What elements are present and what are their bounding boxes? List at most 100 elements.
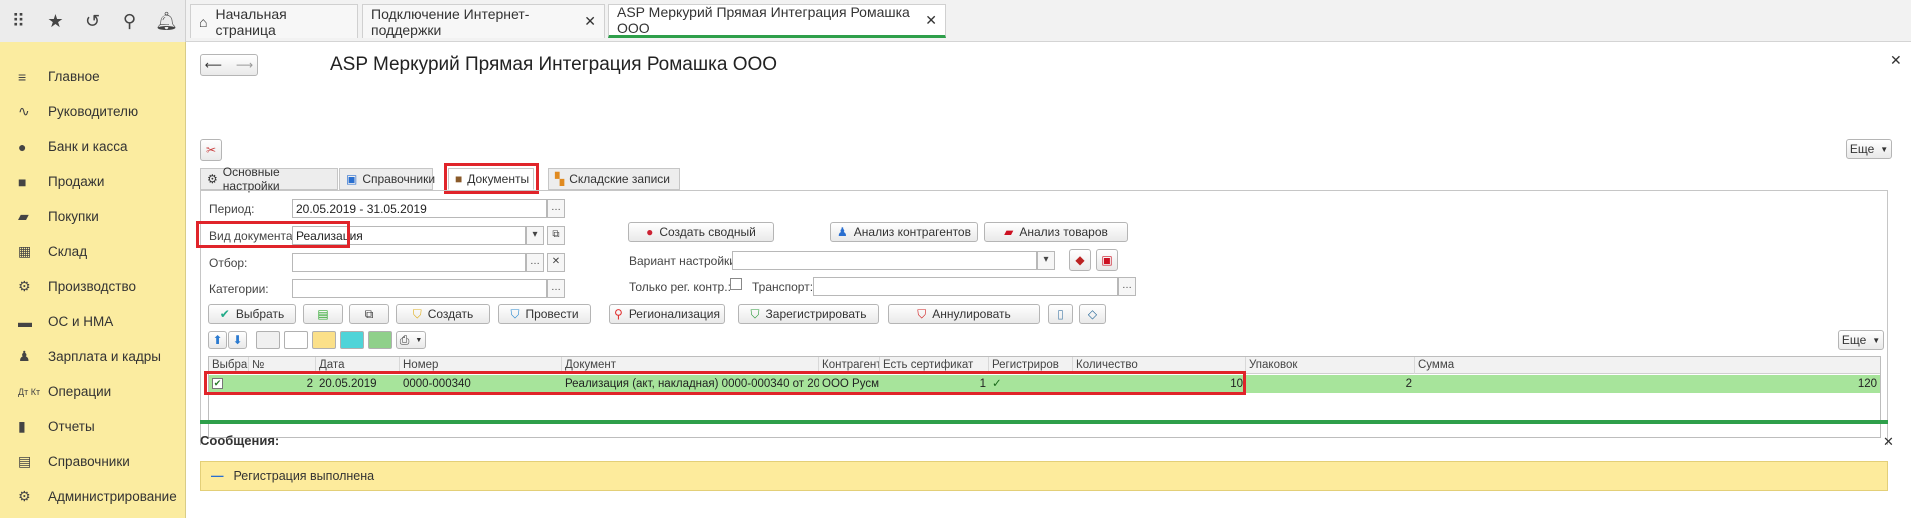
print-button[interactable]: ⎙ ▼ (396, 331, 426, 349)
copy-money-button[interactable]: ▤ (303, 304, 343, 324)
messages-title: Сообщения: (200, 433, 280, 448)
truck-icon: ▬ (18, 313, 32, 330)
tab-main-settings[interactable]: ⚙ Основные настройки (200, 165, 338, 193)
tab-warehouse-records[interactable]: ▚ Складские записи (548, 168, 680, 190)
copy-button[interactable]: ⧉ (349, 304, 389, 324)
cancel-button[interactable]: ⛉ Аннулировать (888, 304, 1040, 324)
variant-save-button[interactable]: ▣ (1096, 249, 1118, 271)
bell-icon[interactable]: 🔔︎ (148, 11, 185, 32)
create-button[interactable]: ⛉ Создать (396, 304, 490, 324)
sidebar-item-purchases[interactable]: ▰ Покупки (0, 199, 185, 234)
close-icon[interactable]: ✕ (584, 13, 596, 30)
close-icon[interactable]: ✕ (925, 12, 937, 29)
delete-button[interactable]: ▯ (1048, 304, 1073, 324)
main-content: ⟵ ⟶ ASP Меркурий Прямая Интеграция Ромашк… (186, 42, 1911, 518)
sidebar-item-operations[interactable]: Дт Кт Операции (0, 374, 185, 409)
pin-icon: ⚲ (614, 307, 623, 321)
period-select-button[interactable]: … (547, 199, 565, 218)
period-input[interactable]: 20.05.2019 - 31.05.2019 (292, 199, 547, 218)
select-button[interactable]: ✔ Выбрать (208, 304, 296, 324)
sidebar-item-manager[interactable]: ∿ Руководителю (0, 94, 185, 129)
tab-catalogs[interactable]: ▣ Справочники (339, 168, 435, 190)
star-icon[interactable]: ★ (37, 11, 74, 32)
only-reg-checkbox[interactable] (730, 278, 742, 290)
color-filter-white[interactable] (284, 331, 308, 349)
more-button-top[interactable]: Еще ▼ (1846, 139, 1892, 159)
cell-packages: 2 (1405, 378, 1412, 390)
copy-icon: ⧉ (364, 306, 374, 321)
nav-buttons: ⟵ ⟶ (200, 54, 258, 76)
color-filter-gray[interactable] (256, 331, 280, 349)
bar-chart-icon: ▮ (18, 418, 26, 434)
cart-icon: ▰ (1004, 225, 1014, 239)
doctype-open-button[interactable]: ⧉ (547, 226, 565, 245)
sidebar-item-assets[interactable]: ▬ ОС и НМА (0, 304, 185, 339)
register-button[interactable]: ⛉ Зарегистрировать (738, 304, 879, 324)
settings-tool-button[interactable]: ✂ (200, 139, 222, 161)
create-summary-button[interactable]: ● Создать сводный (628, 222, 774, 242)
category-input[interactable] (292, 279, 547, 298)
eraser-icon: ◇ (1087, 307, 1098, 321)
sidebar-item-catalogs[interactable]: ▤ Справочники (0, 444, 185, 479)
filter-select-button[interactable]: … (526, 253, 544, 272)
history-icon[interactable]: ↺ (74, 11, 111, 32)
sidebar-item-warehouse[interactable]: ▦ Склад (0, 234, 185, 269)
col-sum[interactable]: Сумма (1415, 357, 1880, 374)
forward-arrow-icon[interactable]: ⟶ (236, 58, 253, 72)
shield-green-icon: ⛉ (750, 306, 760, 321)
filter-clear-button[interactable]: ✕ (547, 253, 565, 272)
color-filter-green[interactable] (368, 331, 392, 349)
move-down-button[interactable]: ⬇ (228, 331, 247, 349)
shield-yellow-icon: ⛉ (412, 306, 422, 321)
sidebar-item-production[interactable]: ⚙ Производство (0, 269, 185, 304)
post-button[interactable]: ⛉ Провести (498, 304, 591, 324)
analyze-contractors-button[interactable]: ♟ Анализ контрагентов (830, 222, 978, 242)
money-icon: ▤ (317, 307, 329, 321)
sidebar-item-sales[interactable]: ■ Продажи (0, 164, 185, 199)
apps-grid-icon[interactable]: ⠿ (0, 11, 37, 32)
chevron-down-icon: ▼ (415, 336, 423, 344)
analyze-goods-button[interactable]: ▰ Анализ товаров (984, 222, 1128, 242)
variant-load-button[interactable]: ◆ (1069, 249, 1091, 271)
filter-input[interactable] (292, 253, 526, 272)
tab-internet-support[interactable]: Подключение Интернет-поддержки ✕ (362, 4, 605, 38)
messages-divider (200, 420, 1888, 424)
sidebar-item-bank[interactable]: ● Банк и касса (0, 129, 185, 164)
close-icon[interactable]: ✕ (1890, 52, 1902, 69)
doctype-dropdown-button[interactable]: ▾ (526, 226, 544, 245)
colors-icon: ● (646, 225, 654, 239)
tab-home[interactable]: ⌂ Начальная страница (190, 4, 358, 38)
filter-label: Отбор: (209, 256, 248, 270)
tab-asp-mercury[interactable]: ASP Меркурий Прямая Интеграция Ромашка О… (608, 4, 946, 38)
sidebar-item-salary[interactable]: ♟ Зарплата и кадры (0, 339, 185, 374)
variant-dropdown-button[interactable]: ▾ (1037, 251, 1055, 270)
sidebar-item-reports[interactable]: ▮ Отчеты (0, 409, 185, 444)
clear-button[interactable]: ◇ (1079, 304, 1106, 324)
variant-label: Вариант настройки: (629, 254, 740, 268)
messages-close-icon[interactable]: ✕ (1883, 434, 1894, 450)
search-icon[interactable]: ⚲ (111, 11, 148, 32)
color-filter-cyan[interactable] (340, 331, 364, 349)
arrow-up-icon: ⬆ (212, 333, 223, 347)
sidebar-item-admin[interactable]: ⚙ Администрирование (0, 479, 185, 514)
move-up-button[interactable]: ⬆ (208, 331, 227, 349)
more-button-table[interactable]: Еще ▼ (1838, 330, 1884, 350)
only-reg-label: Только рег. контр.: (629, 280, 731, 294)
message-item[interactable]: — Регистрация выполнена (200, 461, 1888, 491)
dt-kt-icon: Дт Кт (18, 386, 41, 397)
highlight-doctype (196, 221, 350, 248)
cell-sum: 120 (1857, 378, 1877, 390)
back-arrow-icon[interactable]: ⟵ (205, 58, 222, 72)
col-packages[interactable]: Упаковок (1246, 357, 1415, 374)
transport-input[interactable] (813, 277, 1118, 296)
catalog-icon: ▣ (346, 172, 358, 186)
regionalize-button[interactable]: ⚲ Регионализация (609, 304, 725, 324)
transport-select-button[interactable]: … (1118, 277, 1136, 296)
chevron-down-icon: ▼ (1880, 144, 1889, 154)
color-filter-yellow[interactable] (312, 331, 336, 349)
highlight-table-row (204, 371, 1246, 395)
tools-icon: ✂ (205, 143, 217, 157)
category-select-button[interactable]: … (547, 279, 565, 298)
variant-input[interactable] (732, 251, 1037, 270)
sidebar-item-main[interactable]: ≡ Главное (0, 59, 185, 94)
